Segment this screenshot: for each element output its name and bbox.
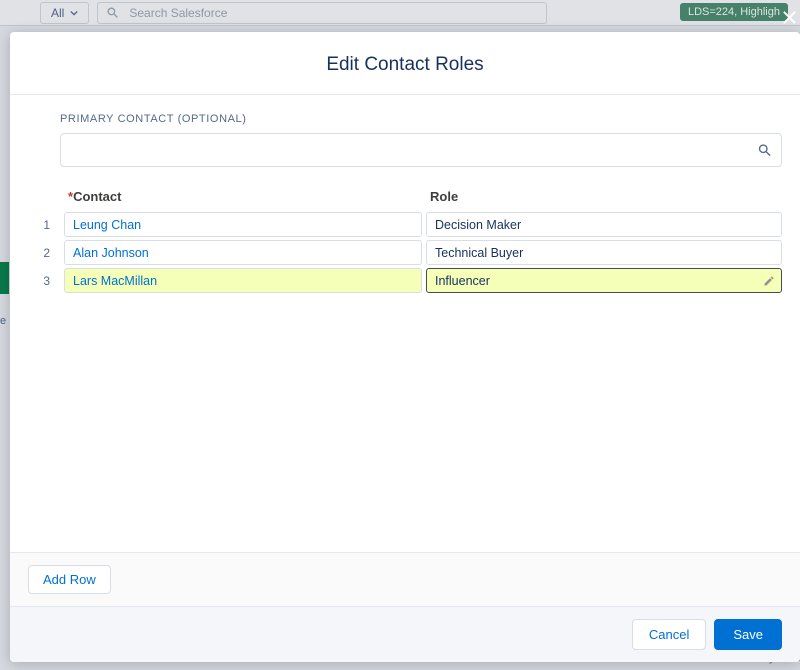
modal-footer-actions: Cancel Save — [10, 607, 800, 662]
modal-close-button[interactable] — [776, 4, 800, 30]
search-icon — [757, 143, 772, 158]
modal-body: PRIMARY CONTACT (OPTIONAL) *Contact Role… — [10, 95, 800, 552]
close-icon — [781, 9, 798, 26]
contact-link[interactable]: Lars MacMillan — [73, 274, 157, 288]
role-value: Technical Buyer — [435, 246, 523, 260]
contact-link[interactable]: Leung Chan — [73, 218, 141, 232]
role-value: Decision Maker — [435, 218, 521, 232]
pencil-icon — [763, 275, 775, 287]
contact-cell[interactable]: Lars MacMillan — [64, 268, 422, 293]
role-cell-wrap: Decision Maker — [422, 212, 782, 237]
column-header-number — [24, 189, 60, 204]
contact-cell[interactable]: Leung Chan — [64, 212, 422, 237]
primary-contact-label: PRIMARY CONTACT (OPTIONAL) — [60, 113, 782, 125]
role-cell[interactable]: Decision Maker — [426, 212, 782, 237]
edit-contact-roles-modal: Edit Contact Roles PRIMARY CONTACT (OPTI… — [10, 32, 800, 662]
modal-title: Edit Contact Roles — [10, 32, 800, 95]
table-row: 3 Lars MacMillan Influencer — [24, 268, 782, 293]
cancel-button[interactable]: Cancel — [632, 619, 706, 650]
contact-cell-wrap: Leung Chan — [60, 212, 422, 237]
role-cell[interactable]: Influencer — [426, 268, 782, 293]
save-button[interactable]: Save — [714, 619, 782, 650]
contact-cell-wrap: Alan Johnson — [60, 240, 422, 265]
table-row: 1 Leung Chan Decision Maker — [24, 212, 782, 237]
role-value: Influencer — [435, 274, 490, 288]
table-row: 2 Alan Johnson Technical Buyer — [24, 240, 782, 265]
add-row-button[interactable]: Add Row — [28, 565, 111, 594]
table-header-row: *Contact Role — [24, 189, 782, 204]
column-header-role: Role — [422, 189, 782, 204]
role-cell-wrap: Technical Buyer — [422, 240, 782, 265]
column-header-contact-label: Contact — [73, 189, 121, 204]
column-header-contact: *Contact — [60, 189, 422, 204]
role-cell-wrap: Influencer — [422, 268, 782, 293]
row-number: 3 — [24, 268, 60, 293]
role-cell[interactable]: Technical Buyer — [426, 240, 782, 265]
primary-contact-input[interactable] — [60, 133, 782, 167]
table-rows: 1 Leung Chan Decision Maker 2 Alan Johnson Te… — [24, 212, 782, 293]
contact-cell[interactable]: Alan Johnson — [64, 240, 422, 265]
add-row-footer: Add Row — [10, 552, 800, 607]
row-number: 1 — [24, 212, 60, 237]
row-number: 2 — [24, 240, 60, 265]
contact-link[interactable]: Alan Johnson — [73, 246, 149, 260]
contact-cell-wrap: Lars MacMillan — [60, 268, 422, 293]
primary-contact-lookup — [60, 133, 782, 167]
